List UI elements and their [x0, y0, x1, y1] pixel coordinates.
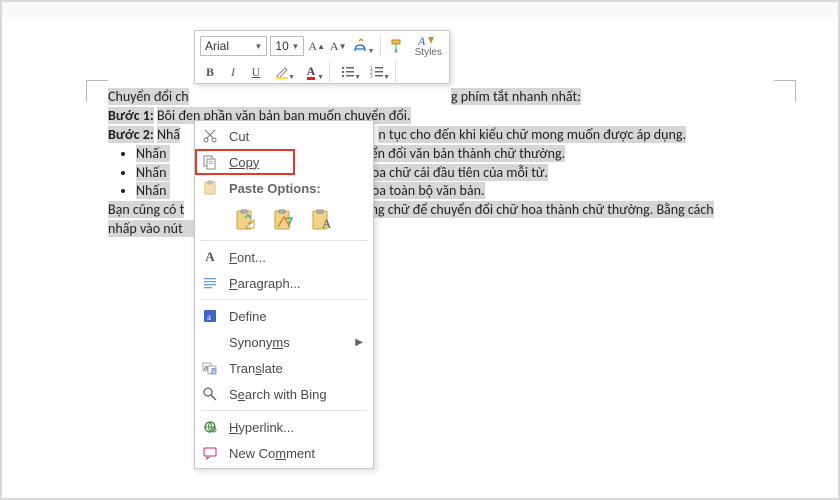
paste-merge-button[interactable] — [269, 205, 299, 235]
menu-separator — [201, 240, 367, 241]
text-line: Nhấn — [136, 182, 170, 199]
search-icon — [201, 385, 219, 403]
font-size-select[interactable]: 10 ▼ — [270, 36, 304, 56]
separator — [380, 36, 381, 56]
text-line: Nhấ — [157, 126, 180, 143]
clipboard-icon — [201, 179, 219, 197]
copy-icon — [201, 153, 219, 171]
text-line: Chuyển đổi ch — [108, 88, 189, 105]
step-label: Bước 1: — [108, 107, 154, 124]
menu-label: Search with Bing — [229, 387, 363, 402]
styles-label: Styles — [415, 48, 442, 58]
comment-icon — [201, 444, 219, 462]
menu-item-paragraph[interactable]: Paragraph... — [195, 270, 373, 296]
chevron-down-icon: ▼ — [292, 42, 300, 51]
chevron-down-icon: ▼ — [254, 42, 262, 51]
styles-button[interactable]: A Styles — [413, 34, 444, 58]
menu-item-new-comment[interactable]: New Comment — [195, 440, 373, 466]
step-label: Bước 2: — [108, 126, 154, 143]
menu-label: Paragraph... — [229, 276, 363, 291]
page-corner-tl — [86, 80, 108, 102]
separator — [329, 62, 330, 82]
text-line: ết hoa chữ cái đầu tiên của mỗi từ. — [350, 164, 548, 181]
cut-icon — [201, 127, 219, 145]
menu-item-define[interactable]: a Define — [195, 303, 373, 329]
font-icon: A — [201, 248, 219, 266]
text-line: n tục cho đến khi kiểu chữ mong muốn đượ… — [378, 126, 686, 143]
text-line: Bạn cũng có t — [108, 201, 184, 218]
numbering-button[interactable]: 123 ▼ — [364, 62, 390, 82]
document-area: Chuyển đổi ch g phím tắt nhanh nhất: Bướ… — [2, 18, 838, 498]
menu-separator — [201, 410, 367, 411]
translate-icon: aあ — [201, 359, 219, 377]
grow-font-button[interactable]: A▲ — [307, 36, 326, 56]
svg-text:3: 3 — [370, 74, 373, 79]
italic-button[interactable]: I — [223, 62, 243, 82]
paste-keep-source-button[interactable] — [231, 205, 261, 235]
mini-toolbar: Arial ▼ 10 ▼ A▲ A▼ ▼ A Styles B I U ▼ A — [194, 30, 450, 84]
separator — [395, 62, 396, 82]
page-corner-tr — [774, 80, 796, 102]
underline-button[interactable]: U — [246, 62, 266, 82]
svg-text:a: a — [204, 365, 208, 372]
svg-text:あ: あ — [210, 367, 217, 375]
font-name-select[interactable]: Arial ▼ — [200, 36, 267, 56]
menu-item-synonyms[interactable]: Synonyms ▶ — [195, 329, 373, 355]
menu-item-cut[interactable]: Cut — [195, 123, 373, 149]
bold-button[interactable]: B — [200, 62, 220, 82]
menu-label: Hyperlink... — [229, 420, 363, 435]
menu-item-hyperlink[interactable]: Hyperlink... — [195, 414, 373, 440]
menu-label: Copy — [229, 155, 363, 170]
paste-text-only-button[interactable]: A — [307, 205, 337, 235]
chevron-right-icon: ▶ — [355, 337, 363, 348]
menu-label: Paste Options: — [229, 181, 363, 196]
menu-label: Cut — [229, 129, 363, 144]
menu-heading-paste-options: Paste Options: — [195, 175, 373, 201]
menu-item-translate[interactable]: aあ Translate — [195, 355, 373, 381]
svg-text:a: a — [207, 312, 211, 322]
svg-text:A: A — [322, 216, 332, 231]
text-line: Nhấn — [136, 164, 170, 181]
menu-item-search-bing[interactable]: Search with Bing — [195, 381, 373, 407]
menu-label: New Comment — [229, 446, 363, 461]
menu-item-font[interactable]: A Font... — [195, 244, 373, 270]
svg-text:A: A — [418, 34, 426, 48]
text-line: ng chữ để chuyển đổi chữ hoa thành chữ t… — [371, 201, 714, 218]
font-color-button[interactable]: A ▼ — [298, 62, 324, 82]
menu-label: Translate — [229, 361, 363, 376]
context-menu: Cut Copy Paste Options: A A Font... Para… — [194, 120, 374, 469]
hyperlink-icon — [201, 418, 219, 436]
font-name-value: Arial — [205, 39, 229, 53]
text-line: huyển đổi văn bản thành chữ thường. — [350, 145, 565, 162]
menu-label: Synonyms — [229, 335, 345, 350]
menu-label: Define — [229, 309, 363, 324]
menu-separator — [201, 299, 367, 300]
menu-item-copy[interactable]: Copy — [195, 149, 373, 175]
paste-options-row: A — [195, 201, 373, 237]
shrink-font-button[interactable]: A▼ — [329, 36, 348, 56]
format-painter-button[interactable] — [385, 36, 409, 56]
menu-label: Font... — [229, 250, 363, 265]
highlight-button[interactable]: ▼ — [269, 62, 295, 82]
change-case-button[interactable]: ▼ — [350, 36, 374, 56]
blank-icon — [201, 333, 219, 351]
define-icon: a — [201, 307, 219, 325]
bullets-button[interactable]: ▼ — [335, 62, 361, 82]
text-line: g phím tắt nhanh nhất: — [451, 88, 581, 105]
paragraph-icon — [201, 274, 219, 292]
font-size-value: 10 — [275, 39, 288, 53]
text-line: Nhấn — [136, 145, 170, 162]
